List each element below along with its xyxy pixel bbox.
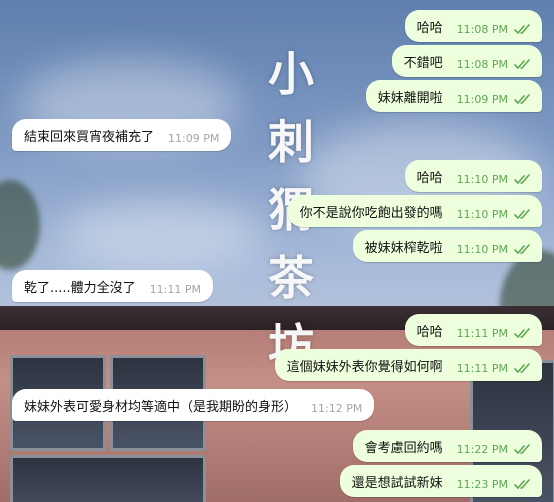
outgoing-message[interactable]: 哈哈 11:11 PM: [404, 314, 542, 346]
message-text: 被妹妹榨乾啦: [364, 240, 443, 256]
message-time: 11:09 PM: [168, 132, 220, 145]
message-text: 妹妹離開啦: [377, 90, 443, 106]
outgoing-message[interactable]: 還是想試試新妹 11:23 PM: [339, 465, 542, 497]
double-check-icon: [514, 328, 530, 338]
outgoing-message[interactable]: 這個妹妹外表你覺得如何啊 11:11 PM: [274, 349, 542, 381]
outgoing-message[interactable]: 哈哈 11:08 PM: [404, 10, 542, 42]
message-meta: 11:08 PM: [457, 23, 532, 42]
message-meta: 11:08 PM: [457, 58, 532, 77]
message-text: 這個妹妹外表你覺得如何啊: [286, 359, 443, 375]
double-check-icon: [514, 174, 530, 184]
message-time: 11:10 PM: [456, 243, 508, 256]
shop-sign-char: 小: [268, 47, 314, 101]
incoming-message[interactable]: 結束回來買宵夜補充了 11:09 PM: [12, 119, 232, 151]
message-text: 不錯吧: [403, 55, 443, 71]
message-meta: 11:11 PM: [150, 283, 201, 302]
message-meta: 11:10 PM: [457, 208, 532, 227]
double-check-icon: [514, 363, 530, 373]
message-text: 哈哈: [416, 20, 443, 36]
message-meta: 11:10 PM: [457, 243, 532, 262]
double-check-icon: [514, 59, 530, 69]
message-time: 11:09 PM: [456, 93, 508, 106]
double-check-icon: [514, 94, 530, 104]
outgoing-message[interactable]: 你不是說你吃飽出發的嗎 11:10 PM: [287, 195, 542, 227]
message-text: 乾了.....體力全沒了: [24, 280, 136, 296]
message-meta: 11:09 PM: [457, 93, 532, 112]
message-time: 11:10 PM: [456, 208, 508, 221]
outgoing-message[interactable]: 被妹妹榨乾啦 11:10 PM: [352, 230, 542, 262]
message-text: 哈哈: [416, 170, 443, 186]
incoming-message[interactable]: 妹妹外表可愛身材均等適中（是我期盼的身形） 11:12 PM: [12, 389, 375, 421]
message-text: 妹妹外表可愛身材均等適中（是我期盼的身形）: [24, 399, 298, 415]
double-check-icon: [514, 209, 530, 219]
double-check-icon: [514, 479, 530, 489]
message-time: 11:08 PM: [456, 58, 508, 71]
message-time: 11:23 PM: [456, 478, 508, 491]
shop-sign-char: 刺: [268, 115, 314, 169]
message-time: 11:10 PM: [456, 173, 508, 186]
message-meta: 11:11 PM: [457, 327, 532, 346]
message-meta: 11:11 PM: [457, 362, 532, 381]
message-meta: 11:12 PM: [311, 402, 362, 421]
double-check-icon: [514, 444, 530, 454]
message-text: 哈哈: [416, 324, 443, 340]
message-meta: 11:09 PM: [168, 132, 219, 151]
message-meta: 11:23 PM: [457, 478, 532, 497]
message-text: 結束回來買宵夜補充了: [24, 129, 155, 145]
message-time: 11:08 PM: [456, 23, 508, 36]
incoming-message[interactable]: 乾了.....體力全沒了 11:11 PM: [12, 270, 213, 302]
double-check-icon: [514, 244, 530, 254]
message-meta: 11:10 PM: [457, 173, 532, 192]
message-text: 會考慮回約嗎: [364, 440, 443, 456]
message-time: 11:11 PM: [456, 327, 508, 340]
message-time: 11:22 PM: [456, 443, 508, 456]
message-time: 11:12 PM: [311, 402, 363, 415]
message-time: 11:11 PM: [456, 362, 508, 375]
message-time: 11:11 PM: [149, 283, 201, 296]
message-text: 你不是說你吃飽出發的嗎: [299, 205, 443, 221]
building-window: [10, 455, 206, 502]
outgoing-message[interactable]: 不錯吧 11:08 PM: [391, 45, 542, 77]
outgoing-message[interactable]: 哈哈 11:10 PM: [404, 160, 542, 192]
double-check-icon: [514, 24, 530, 34]
outgoing-message[interactable]: 妹妹離開啦 11:09 PM: [365, 80, 542, 112]
shop-sign-char: 茶: [268, 251, 314, 305]
outgoing-message[interactable]: 會考慮回約嗎 11:22 PM: [352, 430, 542, 462]
message-meta: 11:22 PM: [457, 443, 532, 462]
message-text: 還是想試試新妹: [351, 475, 443, 491]
